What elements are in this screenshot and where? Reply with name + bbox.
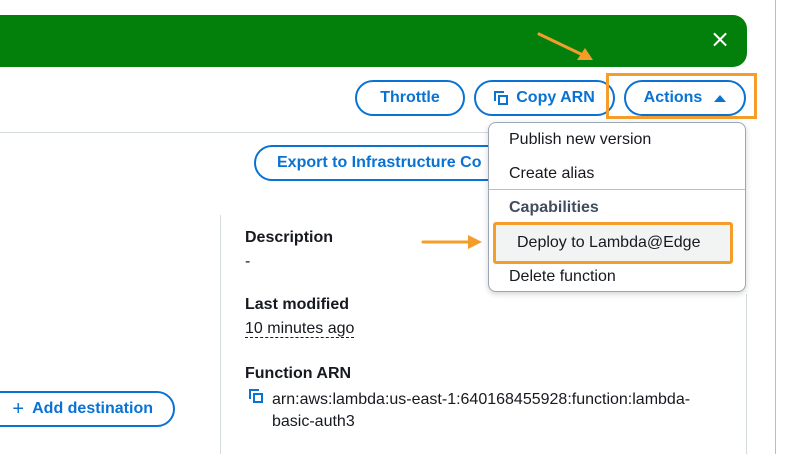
export-infrastructure-button[interactable]: Export to Infrastructure Co — [254, 145, 514, 181]
copy-arn-icon[interactable] — [249, 389, 271, 408]
section-divider — [0, 132, 488, 133]
menu-group-capabilities: Capabilities — [509, 199, 599, 216]
last-modified-label: Last modified — [245, 296, 350, 313]
last-modified-value[interactable]: 10 minutes ago — [245, 320, 355, 338]
close-icon[interactable]: × — [704, 16, 736, 62]
success-flash-banner — [0, 15, 747, 67]
add-destination-label: Add destination — [32, 400, 153, 417]
menu-divider — [489, 189, 745, 190]
throttle-button[interactable]: Throttle — [355, 80, 465, 116]
actions-dropdown-menu: Publish new version Create alias Capabil… — [488, 122, 746, 292]
panel-right-border — [775, 0, 776, 454]
copy-arn-button[interactable]: Copy ARN — [474, 80, 615, 116]
copy-icon — [249, 389, 263, 403]
function-arn-label: Function ARN — [245, 365, 352, 382]
throttle-label: Throttle — [380, 89, 440, 106]
copy-icon — [494, 91, 509, 105]
menu-item-create-alias[interactable]: Create alias — [509, 165, 594, 183]
add-destination-button[interactable]: + Add destination — [0, 391, 175, 427]
plus-icon: + — [12, 398, 25, 420]
menu-item-publish-version[interactable]: Publish new version — [509, 131, 651, 149]
column-divider-left — [220, 215, 221, 454]
description-label: Description — [245, 229, 334, 246]
description-value: - — [245, 253, 251, 270]
copy-arn-label: Copy ARN — [516, 89, 595, 106]
actions-highlight-box — [606, 73, 757, 119]
arrow-annotation-icon — [421, 235, 482, 249]
last-modified-wrap: 10 minutes ago — [245, 320, 355, 338]
column-divider-right — [746, 294, 747, 454]
function-arn-value: arn:aws:lambda:us-east-1:640168455928:fu… — [272, 391, 691, 430]
arrow-annotation-icon — [537, 32, 593, 60]
export-label: Export to Infrastructure Co — [277, 154, 482, 171]
menu-item-deploy-lambda-edge[interactable]: Deploy to Lambda@Edge — [517, 234, 700, 252]
menu-item-delete-function[interactable]: Delete function — [509, 268, 616, 286]
